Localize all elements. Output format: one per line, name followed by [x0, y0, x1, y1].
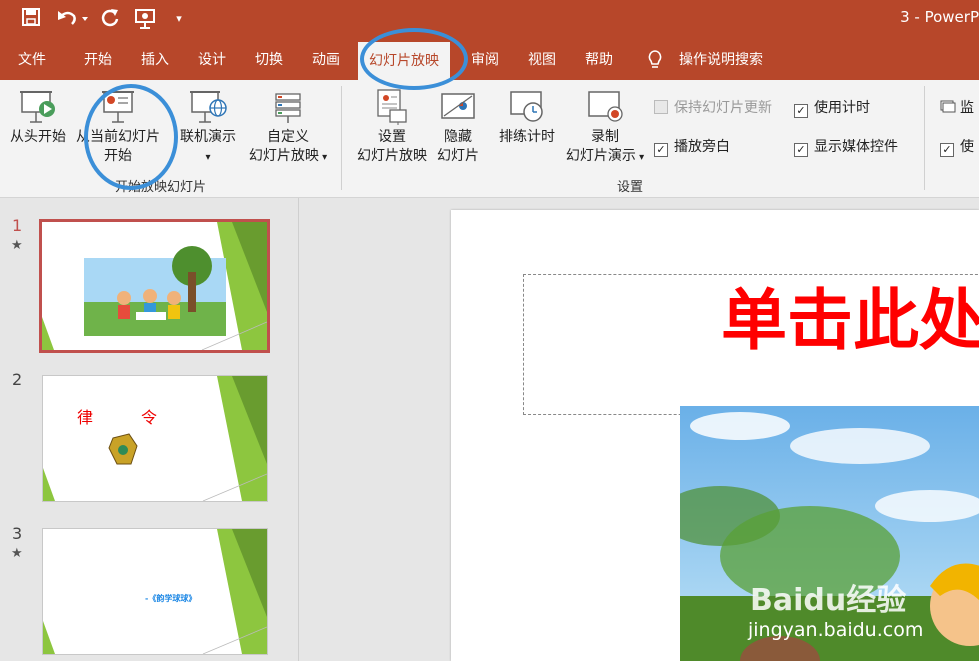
- monitor-dropdown[interactable]: 监: [940, 99, 974, 117]
- title-bar: ▾ 3 - PowerP: [0, 0, 979, 40]
- from-current-label-line2: 开始: [104, 148, 132, 164]
- from-beginning-button[interactable]: 从头开始: [6, 88, 70, 147]
- customize-icon[interactable]: ▾: [171, 8, 187, 30]
- slide-2-preview: [43, 376, 267, 501]
- tab-view[interactable]: 视图: [528, 40, 556, 80]
- play-narrations-checkbox[interactable]: ✓ 播放旁白: [654, 138, 730, 157]
- custom-show-label-line1: 自定义: [267, 129, 309, 145]
- app-title: 3 - PowerP: [900, 8, 979, 26]
- setup-label-line1: 设置: [378, 129, 406, 145]
- keep-updated-box: [654, 100, 668, 114]
- custom-show-icon: [275, 93, 301, 123]
- start-group-label: 开始放映幻灯片: [115, 180, 207, 195]
- hide-slide-button[interactable]: 隐藏 幻灯片: [433, 88, 483, 166]
- play-narrations-label: 播放旁白: [674, 139, 730, 155]
- record-label-line2: 幻灯片演示: [565, 148, 636, 164]
- from-current-slide-icon: [102, 91, 134, 123]
- setup-slide-show-button[interactable]: 设置 幻灯片放映: [352, 88, 432, 166]
- undo-icon[interactable]: [55, 8, 91, 30]
- use-presenter-view-checkbox[interactable]: ✓ 使: [940, 138, 974, 157]
- record-dropdown-icon[interactable]: ▾: [636, 152, 644, 163]
- keep-updated-checkbox[interactable]: 保持幻灯片更新: [654, 99, 772, 117]
- setup-slide-show-icon: [377, 89, 407, 125]
- custom-show-label-line2: 幻灯片放映: [248, 148, 319, 164]
- redo-icon[interactable]: [98, 8, 122, 30]
- slide-number: 3: [12, 524, 23, 543]
- save-icon[interactable]: [20, 8, 42, 30]
- online-present-icon: [190, 91, 227, 123]
- tab-review[interactable]: 审阅: [471, 40, 499, 80]
- custom-show-dropdown-icon[interactable]: ▾: [319, 152, 327, 163]
- custom-show-button[interactable]: 自定义 幻灯片放映 ▾: [241, 88, 335, 167]
- from-beginning-label: 从头开始: [10, 129, 66, 145]
- show-media-controls-label: 显示媒体控件: [814, 139, 898, 155]
- group-separator: [341, 86, 342, 190]
- use-timings-label: 使用计时: [814, 100, 870, 116]
- slide-thumbnail-3[interactable]: -《韵学球球》: [42, 528, 268, 655]
- monitor-label: 监: [960, 100, 974, 116]
- online-present-dropdown-icon[interactable]: ▾: [205, 152, 210, 163]
- keep-updated-label: 保持幻灯片更新: [674, 100, 772, 116]
- show-media-controls-checkbox[interactable]: ✓ 显示媒体控件: [794, 138, 898, 157]
- from-current-slide-button[interactable]: 从当前幻灯片 开始: [72, 88, 164, 166]
- monitor-icon: [940, 100, 956, 113]
- checkmark-icon: ✓: [940, 143, 954, 157]
- tab-animations[interactable]: 动画: [312, 40, 340, 80]
- setup-group-label: 设置: [617, 180, 644, 195]
- animation-star-icon: ★: [11, 238, 23, 253]
- rehearse-label: 排练计时: [499, 129, 555, 145]
- group-separator: [924, 86, 925, 190]
- from-current-label-line1: 从当前幻灯片: [76, 129, 160, 145]
- hide-label-line2: 幻灯片: [437, 148, 479, 164]
- online-present-label: 联机演示: [180, 129, 236, 145]
- thumbnail-pane[interactable]: 1 ★ 2 律 令 3 ★ -《韵学球球》: [0, 198, 299, 661]
- checkmark-icon: ✓: [794, 104, 808, 118]
- record-slide-show-icon: [588, 91, 623, 122]
- animation-star-icon: ★: [11, 546, 23, 561]
- tab-help[interactable]: 帮助: [585, 40, 613, 80]
- tab-slide-show[interactable]: 幻灯片放映: [358, 42, 450, 80]
- hide-label-line1: 隐藏: [444, 129, 472, 145]
- slide-3-preview: [43, 529, 267, 654]
- from-beginning-icon: [20, 91, 55, 123]
- present-icon[interactable]: [133, 8, 159, 30]
- tell-me-search[interactable]: 操作说明搜索: [679, 40, 763, 80]
- watermark-url: jingyan.baidu.com: [748, 619, 924, 641]
- tab-insert[interactable]: 插入: [141, 40, 169, 80]
- slide-2-text: 律 令: [77, 408, 158, 427]
- record-slide-show-button[interactable]: 录制 幻灯片演示 ▾: [560, 88, 650, 167]
- watermark: Baidu经验: [750, 583, 907, 618]
- slide-thumbnail-2[interactable]: 律 令: [42, 375, 268, 502]
- slide-thumbnail-1[interactable]: [39, 219, 270, 353]
- lightbulb-icon[interactable]: [646, 40, 664, 80]
- use-timings-checkbox[interactable]: ✓ 使用计时: [794, 99, 870, 118]
- slide-1-preview: [42, 222, 267, 350]
- checkmark-icon: ✓: [654, 143, 668, 157]
- use-presenter-view-label: 使: [960, 139, 974, 155]
- slide-number: 1: [12, 216, 23, 235]
- tab-file[interactable]: 文件: [18, 40, 46, 80]
- tab-design[interactable]: 设计: [198, 40, 226, 80]
- hide-slide-icon: [441, 93, 475, 119]
- slide-title[interactable]: 单击此处: [721, 278, 979, 364]
- slide-3-text: -《韵学球球》: [145, 594, 197, 603]
- tab-transitions[interactable]: 切换: [255, 40, 283, 80]
- record-label-line1: 录制: [591, 129, 619, 145]
- tab-home[interactable]: 开始: [84, 40, 112, 80]
- ribbon-tabs: 文件 开始 插入 设计 切换 动画 幻灯片放映 审阅 视图 帮助 操作说明搜索: [0, 40, 979, 80]
- rehearse-timings-button[interactable]: 排练计时: [494, 88, 560, 147]
- checkmark-icon: ✓: [794, 143, 808, 157]
- setup-label-line2: 幻灯片放映: [357, 148, 427, 164]
- online-present-button[interactable]: 联机演示 ▾: [172, 88, 244, 167]
- rehearse-timings-icon: [510, 91, 543, 122]
- slide-number: 2: [12, 370, 23, 389]
